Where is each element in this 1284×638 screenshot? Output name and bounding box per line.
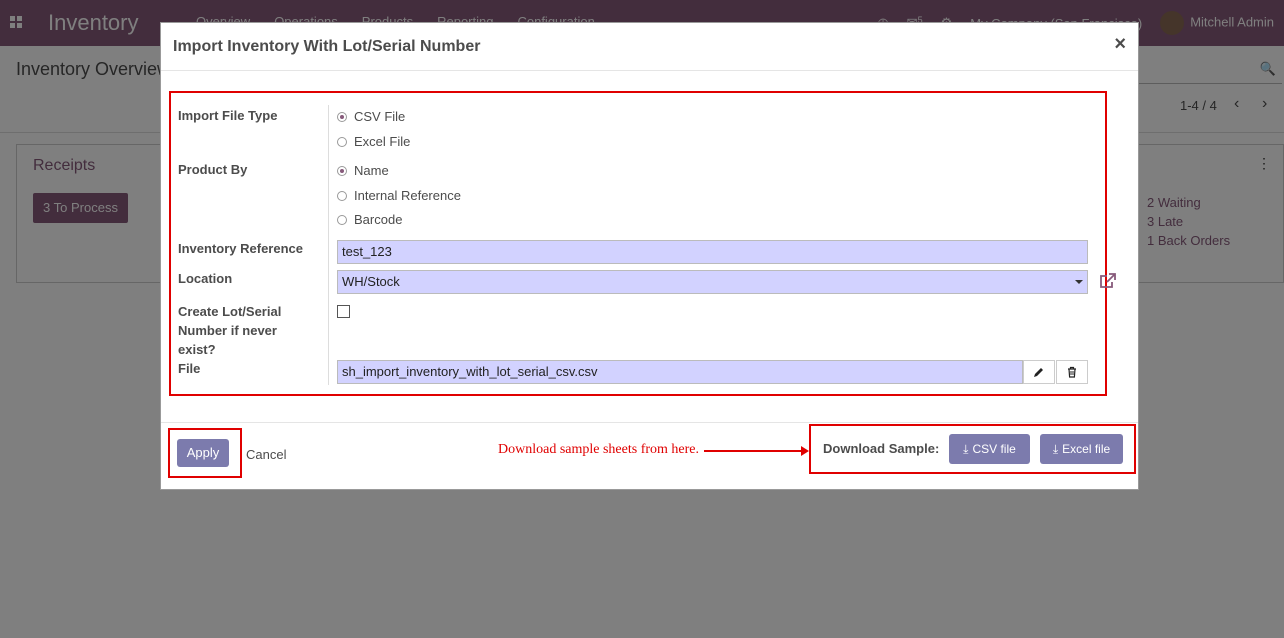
label-file: File xyxy=(178,361,201,376)
inventory-reference-input[interactable]: test_123 xyxy=(337,240,1088,264)
download-excel-label: Excel file xyxy=(1062,442,1111,456)
download-csv-label: CSV file xyxy=(972,442,1016,456)
cancel-button[interactable]: Cancel xyxy=(246,447,286,462)
label-product-by: Product By xyxy=(178,162,248,177)
download-sample-label: Download Sample: xyxy=(823,441,940,456)
radio-unchecked-icon[interactable] xyxy=(337,190,347,201)
location-select[interactable]: WH/Stock xyxy=(337,270,1088,294)
create-lot-checkbox[interactable] xyxy=(337,305,350,318)
apply-button[interactable]: Apply xyxy=(177,439,229,467)
radio-label: Internal Reference xyxy=(354,188,461,203)
column-divider xyxy=(328,105,329,385)
radio-internal-reference[interactable]: Internal Reference xyxy=(337,188,461,203)
import-dialog: Import Inventory With Lot/Serial Number … xyxy=(160,22,1139,490)
download-excel-button[interactable]: ⤓ Excel file xyxy=(1040,434,1123,464)
radio-label: Barcode xyxy=(354,212,403,227)
radio-label: CSV File xyxy=(354,109,406,124)
delete-file-button[interactable] xyxy=(1056,360,1088,384)
annotation-text: Download sample sheets from here. xyxy=(498,442,699,457)
trash-icon xyxy=(1068,366,1076,378)
download-sample-section: Download Sample: ⤓ CSV file ⤓ Excel file xyxy=(809,424,1136,474)
annotation-arrow xyxy=(704,450,804,452)
download-csv-button[interactable]: ⤓ CSV file xyxy=(949,434,1030,464)
caret-down-icon[interactable] xyxy=(1075,280,1083,284)
radio-barcode[interactable]: Barcode xyxy=(337,212,402,227)
modal-header: Import Inventory With Lot/Serial Number … xyxy=(161,23,1138,71)
radio-label: Name xyxy=(354,163,389,178)
radio-name[interactable]: Name xyxy=(337,163,389,178)
file-name-field[interactable]: sh_import_inventory_with_lot_serial_csv.… xyxy=(337,360,1023,384)
radio-unchecked-icon[interactable] xyxy=(337,214,347,225)
location-value: WH/Stock xyxy=(342,274,400,289)
label-location: Location xyxy=(178,271,233,286)
download-icon: ⤓ xyxy=(963,441,969,456)
arrow-head-icon xyxy=(801,446,809,456)
label-import-file-type: Import File Type xyxy=(178,108,278,123)
radio-csv-file[interactable]: CSV File xyxy=(337,109,405,124)
pencil-icon xyxy=(1034,368,1043,377)
radio-label: Excel File xyxy=(354,134,411,149)
edit-file-button[interactable] xyxy=(1023,360,1055,384)
modal-title: Import Inventory With Lot/Serial Number xyxy=(173,38,481,55)
close-icon[interactable]: × xyxy=(1114,33,1126,56)
import-form: Import File Type CSV File Excel File Pro… xyxy=(169,91,1116,396)
apply-highlight: Apply xyxy=(168,428,242,478)
radio-checked-icon[interactable] xyxy=(337,165,347,176)
radio-checked-icon[interactable] xyxy=(337,111,347,122)
radio-unchecked-icon[interactable] xyxy=(337,136,347,147)
label-create-lot: Create Lot/Serial Number if never exist? xyxy=(178,304,282,357)
label-inventory-reference: Inventory Reference xyxy=(178,241,303,256)
external-link-icon[interactable] xyxy=(1099,272,1117,290)
download-icon: ⤓ xyxy=(1052,441,1059,456)
modal-footer-divider xyxy=(161,422,1138,423)
radio-excel-file[interactable]: Excel File xyxy=(337,134,410,149)
